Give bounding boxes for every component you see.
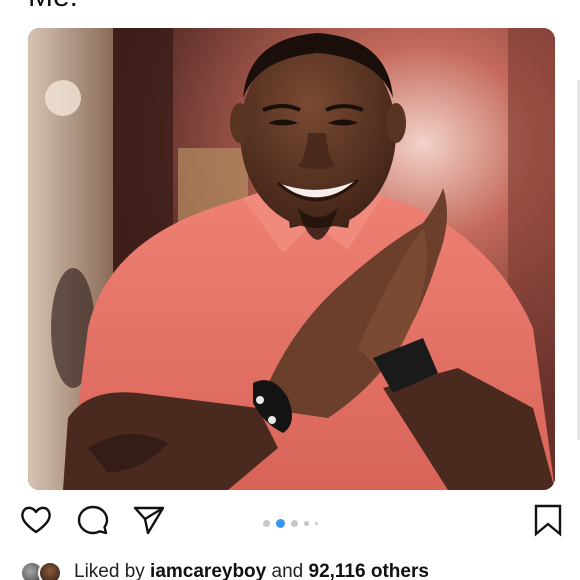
instagram-post-view: Me: (0, 0, 580, 580)
liker-username-link[interactable]: iamcareyboy (150, 561, 266, 580)
carousel-dot (304, 520, 309, 526)
liker-avatars[interactable] (20, 559, 68, 580)
liked-by-text: Liked by iamcareyboy and 92,116 others (74, 561, 429, 580)
paper-plane-icon[interactable] (132, 503, 166, 537)
photo-illustration (28, 28, 555, 490)
avatar[interactable] (38, 561, 62, 580)
liked-by-row: Liked by iamcareyboy and 92,116 others (20, 558, 429, 580)
carousel-dot (315, 521, 318, 525)
carousel-indicator (263, 518, 318, 528)
likes-others-link[interactable]: 92,116 others (309, 561, 429, 580)
heart-icon[interactable] (19, 503, 53, 537)
post-caption-fragment: Me: (28, 0, 78, 12)
carousel-dot (291, 519, 298, 527)
post-image[interactable] (28, 28, 555, 490)
comment-bubble-icon[interactable] (76, 503, 110, 537)
liked-by-prefix: Liked by (74, 561, 151, 580)
carousel-dot-active (276, 518, 285, 528)
bookmark-icon[interactable] (531, 503, 565, 537)
carousel-dot (263, 519, 270, 527)
liked-by-and: and (266, 561, 309, 580)
